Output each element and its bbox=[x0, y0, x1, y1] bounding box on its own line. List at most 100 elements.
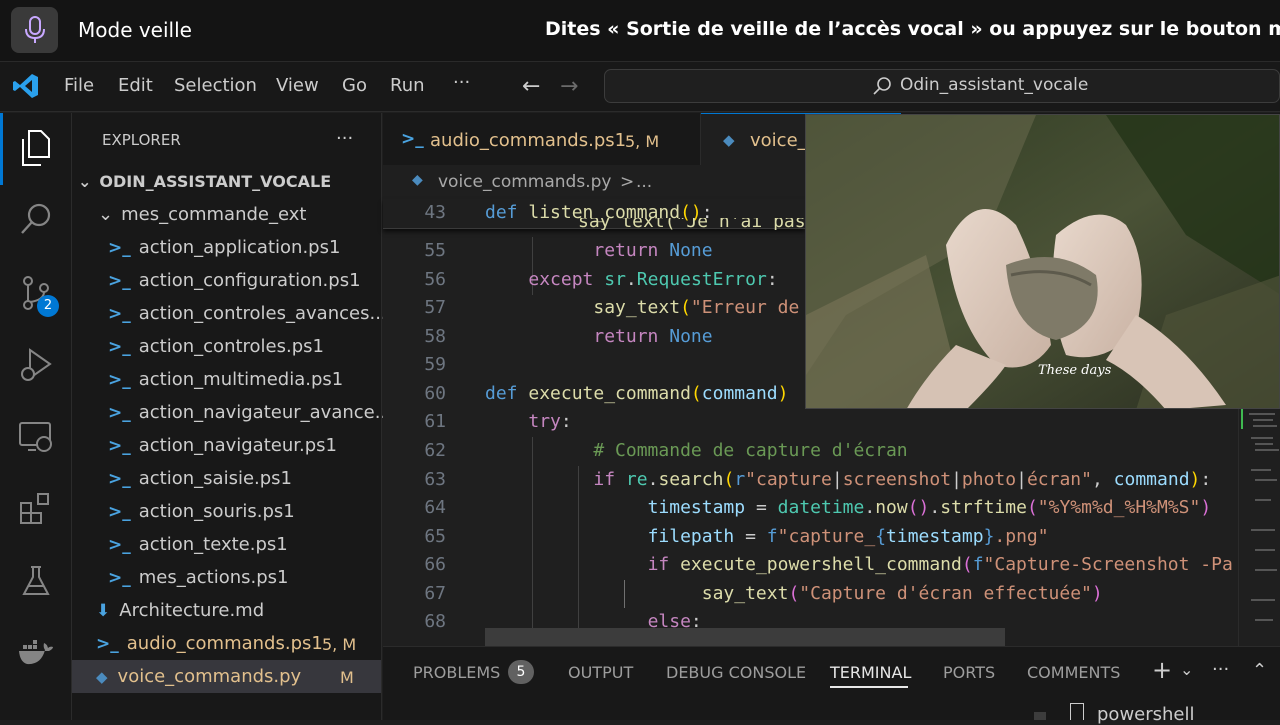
menu-go[interactable]: Go bbox=[342, 75, 367, 96]
forward-arrow-icon[interactable]: → bbox=[560, 74, 578, 99]
menu-selection[interactable]: Selection bbox=[174, 75, 257, 96]
code-line: return None bbox=[593, 326, 713, 347]
file-item[interactable]: >_ action_multimedia.ps1 bbox=[108, 363, 343, 396]
panel-tab-debug-console[interactable]: DEBUG CONSOLE bbox=[666, 663, 806, 682]
voice-file-badge: M bbox=[340, 668, 354, 687]
file-item[interactable]: >_ action_souris.ps1 bbox=[108, 495, 295, 528]
powershell-icon: >_ bbox=[108, 435, 131, 456]
panel-tab-comments[interactable]: COMMENTS bbox=[1027, 663, 1120, 682]
testing-flask-icon[interactable] bbox=[15, 560, 57, 602]
file-item[interactable]: >_ mes_actions.ps1 bbox=[108, 561, 289, 594]
file-label: Architecture.md bbox=[119, 600, 265, 621]
code-line: return None bbox=[593, 240, 713, 261]
python-icon: ◆ bbox=[96, 667, 108, 686]
chevron-up-icon[interactable]: ⌃ bbox=[1252, 660, 1267, 681]
chevron-down-icon[interactable]: ⌄ bbox=[1180, 660, 1193, 679]
search-sidebar-icon[interactable] bbox=[15, 198, 57, 240]
source-control-badge: 2 bbox=[37, 295, 59, 317]
powershell-icon: >_ bbox=[96, 633, 119, 654]
powershell-icon: >_ bbox=[108, 501, 131, 522]
voice-hint-text: Dites « Sortie de veille de l’accès voca… bbox=[545, 18, 1280, 40]
code-line: if re.search(r"capture|screenshot|photo|… bbox=[593, 469, 1212, 490]
back-arrow-icon[interactable]: ← bbox=[522, 74, 540, 99]
menu-run[interactable]: Run bbox=[390, 75, 425, 96]
explorer-more-button[interactable]: ··· bbox=[336, 128, 353, 149]
powershell-icon: >_ bbox=[108, 468, 131, 489]
file-item[interactable]: >_ action_application.ps1 bbox=[108, 231, 340, 264]
panel-more-icon[interactable]: ··· bbox=[1212, 659, 1229, 680]
line-number: 55 bbox=[424, 240, 446, 261]
panel-tab-terminal[interactable]: TERMINAL bbox=[830, 663, 911, 682]
active-indicator bbox=[0, 113, 3, 185]
file-label: action_controles.ps1 bbox=[138, 336, 324, 357]
panel-tab-output[interactable]: OUTPUT bbox=[568, 663, 633, 682]
docker-icon[interactable] bbox=[15, 632, 57, 674]
python-icon: ◆ bbox=[412, 172, 423, 188]
breadcrumb-rest[interactable]: ... bbox=[636, 172, 652, 192]
code-line: filepath = f"capture_{timestamp}.png" bbox=[647, 526, 1049, 547]
code-line: try: bbox=[528, 411, 572, 432]
file-item-voice-commands[interactable]: ◆ voice_commands.py bbox=[96, 660, 301, 693]
menu-file[interactable]: File bbox=[64, 75, 94, 96]
code-line: except sr.RequestError: bbox=[528, 269, 778, 290]
file-label: mes_actions.ps1 bbox=[138, 567, 289, 588]
explorer-title: EXPLORER bbox=[102, 131, 181, 149]
line-number: 57 bbox=[424, 297, 446, 318]
file-label: action_souris.ps1 bbox=[138, 501, 295, 522]
command-center-text: Odin_assistant_vocale bbox=[900, 75, 1089, 95]
file-item[interactable]: >_ action_controles.ps1 bbox=[108, 330, 324, 363]
tab-badge: 5, M bbox=[625, 132, 660, 151]
workspace-root-label: ODIN_ASSISTANT_VOCALE bbox=[99, 172, 332, 191]
microphone-icon bbox=[24, 16, 45, 43]
new-terminal-plus-icon[interactable]: + bbox=[1152, 656, 1172, 684]
panel-tab-problems[interactable]: PROBLEMS bbox=[413, 663, 500, 682]
powershell-icon: >_ bbox=[108, 270, 131, 291]
vscode-logo-icon bbox=[12, 72, 40, 104]
powershell-icon: >_ bbox=[108, 567, 131, 588]
line-number: 64 bbox=[424, 497, 446, 518]
active-tab-underline bbox=[830, 686, 908, 688]
file-item[interactable]: >_ action_navigateur.ps1 bbox=[108, 429, 337, 462]
line-number: 65 bbox=[424, 526, 446, 547]
file-item[interactable]: >_ action_navigateur_avance.... bbox=[108, 396, 398, 429]
file-label: audio_commands.ps1 bbox=[126, 633, 323, 654]
microphone-button[interactable] bbox=[11, 7, 58, 53]
minimap[interactable] bbox=[1238, 409, 1280, 646]
line-number: 61 bbox=[424, 411, 446, 432]
panel-tab-ports[interactable]: PORTS bbox=[943, 663, 995, 682]
workspace-root[interactable]: ⌄ ODIN_ASSISTANT_VOCALE bbox=[78, 165, 331, 198]
file-item[interactable]: >_ action_saisie.ps1 bbox=[108, 462, 292, 495]
file-item[interactable]: >_ action_controles_avances.... bbox=[108, 297, 392, 330]
powershell-icon: >_ bbox=[108, 237, 131, 258]
menu-view[interactable]: View bbox=[276, 75, 319, 96]
powershell-icon: >_ bbox=[108, 534, 131, 555]
breadcrumb-file[interactable]: voice_commands.py bbox=[438, 172, 611, 192]
chevron-down-icon: ⌄ bbox=[98, 204, 114, 225]
remote-explorer-icon[interactable] bbox=[15, 416, 57, 458]
line-number: 43 bbox=[424, 202, 446, 223]
file-item[interactable]: >_ action_configuration.ps1 bbox=[108, 264, 361, 297]
search-icon bbox=[872, 76, 892, 100]
run-debug-icon[interactable] bbox=[15, 344, 57, 386]
terminal-icon bbox=[1070, 703, 1084, 720]
menu-edit[interactable]: Edit bbox=[118, 75, 153, 96]
folder-mes-commande-ext[interactable]: ⌄ mes_commande_ext bbox=[98, 198, 306, 231]
file-label: action_texte.ps1 bbox=[138, 534, 288, 555]
file-item-audio-commands[interactable]: >_ audio_commands.ps1 bbox=[96, 627, 323, 660]
video-overlay[interactable]: These days bbox=[805, 114, 1280, 409]
file-label: action_multimedia.ps1 bbox=[138, 369, 344, 390]
file-item[interactable]: >_ action_texte.ps1 bbox=[108, 528, 288, 561]
menu-more[interactable]: ··· bbox=[453, 72, 470, 93]
explorer-icon[interactable] bbox=[15, 127, 57, 169]
terminal-list-item[interactable]: powershell bbox=[1097, 704, 1195, 725]
audio-file-badge: 5, M bbox=[322, 635, 357, 654]
file-label: action_controles_avances.... bbox=[138, 303, 393, 324]
extensions-icon[interactable] bbox=[15, 488, 57, 530]
file-item-architecture[interactable]: ⬇ Architecture.md bbox=[96, 594, 264, 627]
file-label: voice_commands.py bbox=[117, 666, 302, 687]
code-line: say_text("Erreur de bbox=[593, 297, 800, 318]
code-line: say_text("Capture d'écran effectuée") bbox=[701, 583, 1103, 604]
horizontal-scrollbar[interactable] bbox=[485, 628, 1005, 646]
line-number: 66 bbox=[424, 554, 446, 575]
code-line: def execute_command(command) bbox=[485, 383, 789, 404]
